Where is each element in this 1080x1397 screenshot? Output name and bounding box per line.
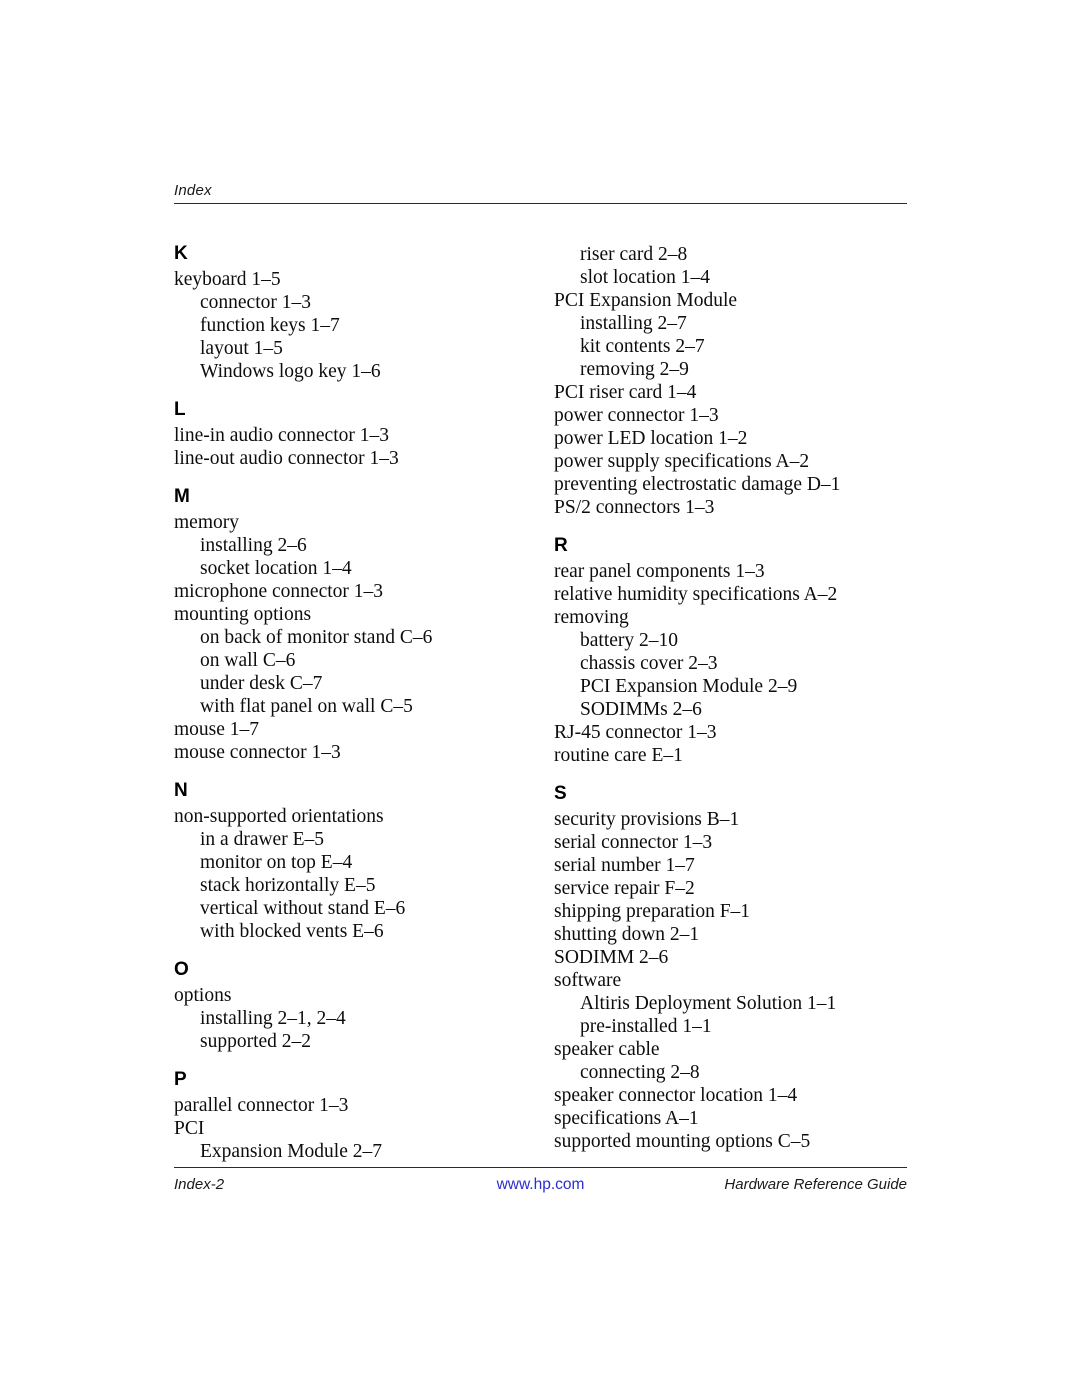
index-entry: slot location 1–4 (580, 267, 710, 288)
index-entry: power supply specifications A–2 (554, 451, 810, 472)
index-entry: layout 1–5 (200, 338, 283, 359)
index-entry: removing 2–9 (580, 359, 689, 380)
index-entry: monitor on top E–4 (200, 852, 353, 873)
index-entry: specifications A–1 (554, 1108, 699, 1129)
index-entry: serial connector 1–3 (554, 832, 713, 853)
index-entry: pre-installed 1–1 (580, 1016, 712, 1037)
index-column-right: riser card 2–8 slot location 1–4 PCI Expan… (554, 243, 930, 1153)
index-entry: installing 2–6 (200, 535, 307, 556)
index-entry: routine care E–1 (554, 745, 683, 766)
index-entry: stack horizontally E–5 (200, 875, 376, 896)
index-entry: PCI Expansion Module (554, 290, 738, 311)
index-entry: connecting 2–8 (580, 1062, 700, 1083)
index-entry: relative humidity specifications A–2 (554, 584, 838, 605)
index-entry: riser card 2–8 (580, 244, 688, 265)
header-title: Index (174, 182, 212, 199)
index-entry: PCI Expansion Module 2–9 (580, 676, 798, 697)
index-letter-heading-l: L (174, 399, 186, 420)
index-letter-heading-s: S (554, 783, 567, 804)
index-letter-heading-k: K (174, 243, 188, 264)
index-entry: speaker connector location 1–4 (554, 1085, 798, 1106)
index-entry: connector 1–3 (200, 292, 312, 313)
index-entry: on wall C–6 (200, 650, 296, 671)
index-entry: Windows logo key 1–6 (200, 361, 381, 382)
index-entry: mouse connector 1–3 (174, 742, 341, 763)
index-entry: PCI riser card 1–4 (554, 382, 697, 403)
index-entry: speaker cable (554, 1039, 660, 1060)
footer-row: Index-2 www.hp.com Hardware Reference Gu… (174, 1175, 907, 1199)
index-entry: line-out audio connector 1–3 (174, 448, 399, 469)
footer-rule (174, 1167, 907, 1168)
index-entry: memory (174, 512, 239, 533)
index-entry: Expansion Module 2–7 (200, 1141, 382, 1162)
index-letter-heading-p: P (174, 1069, 187, 1090)
index-entry: preventing electrostatic damage D–1 (554, 474, 841, 495)
index-entry: power LED location 1–2 (554, 428, 748, 449)
index-entry: shutting down 2–1 (554, 924, 700, 945)
index-entry: Altiris Deployment Solution 1–1 (580, 993, 837, 1014)
index-entry: security provisions B–1 (554, 809, 740, 830)
index-entry: kit contents 2–7 (580, 336, 705, 357)
index-entry: supported 2–2 (200, 1031, 312, 1052)
index-letter-heading-m: M (174, 486, 190, 507)
index-entry: SODIMM 2–6 (554, 947, 669, 968)
index-letter-heading-n: N (174, 780, 188, 801)
page-header: Index (174, 182, 907, 204)
index-columns: Kkeyboard 1–5 connector 1–3 function keys … (174, 243, 934, 1163)
index-entry: under desk C–7 (200, 673, 323, 694)
index-entry: chassis cover 2–3 (580, 653, 718, 674)
footer-guide-title: Hardware Reference Guide (724, 1176, 907, 1193)
index-entry: power connector 1–3 (554, 405, 719, 426)
index-entry: with blocked vents E–6 (200, 921, 384, 942)
index-entry: microphone connector 1–3 (174, 581, 384, 602)
index-entry: PS/2 connectors 1–3 (554, 497, 715, 518)
index-entry: line-in audio connector 1–3 (174, 425, 389, 446)
index-entry: parallel connector 1–3 (174, 1095, 349, 1116)
index-entry: shipping preparation F–1 (554, 901, 751, 922)
index-entry: keyboard 1–5 (174, 269, 281, 290)
index-entry: on back of monitor stand C–6 (200, 627, 433, 648)
index-entry: non-supported orientations (174, 806, 384, 827)
index-entry: in a drawer E–5 (200, 829, 324, 850)
page-footer: Index-2 www.hp.com Hardware Reference Gu… (174, 1167, 907, 1199)
index-entry: with flat panel on wall C–5 (200, 696, 413, 717)
index-letter-heading-o: O (174, 959, 189, 980)
index-letter-heading-r: R (554, 535, 568, 556)
index-entry: service repair F–2 (554, 878, 695, 899)
index-entry: removing (554, 607, 629, 628)
index-entry: software (554, 970, 622, 991)
index-entry: mounting options (174, 604, 312, 625)
index-entry: installing 2–7 (580, 313, 687, 334)
index-entry: vertical without stand E–6 (200, 898, 406, 919)
index-entry: RJ-45 connector 1–3 (554, 722, 717, 743)
index-column-left: Kkeyboard 1–5 connector 1–3 function keys … (174, 243, 550, 1163)
index-entry: installing 2–1, 2–4 (200, 1008, 346, 1029)
header-rule (174, 203, 907, 204)
index-entry: SODIMMs 2–6 (580, 699, 702, 720)
index-entry: socket location 1–4 (200, 558, 352, 579)
index-entry: battery 2–10 (580, 630, 679, 651)
index-entry: supported mounting options C–5 (554, 1131, 811, 1152)
index-entry: options (174, 985, 232, 1006)
index-page: Index Kkeyboard 1–5 connector 1–3 function… (0, 0, 1080, 1397)
index-entry: mouse 1–7 (174, 719, 260, 740)
index-entry: serial number 1–7 (554, 855, 695, 876)
index-entry: rear panel components 1–3 (554, 561, 765, 582)
index-entry: PCI (174, 1118, 205, 1139)
index-entry: function keys 1–7 (200, 315, 340, 336)
